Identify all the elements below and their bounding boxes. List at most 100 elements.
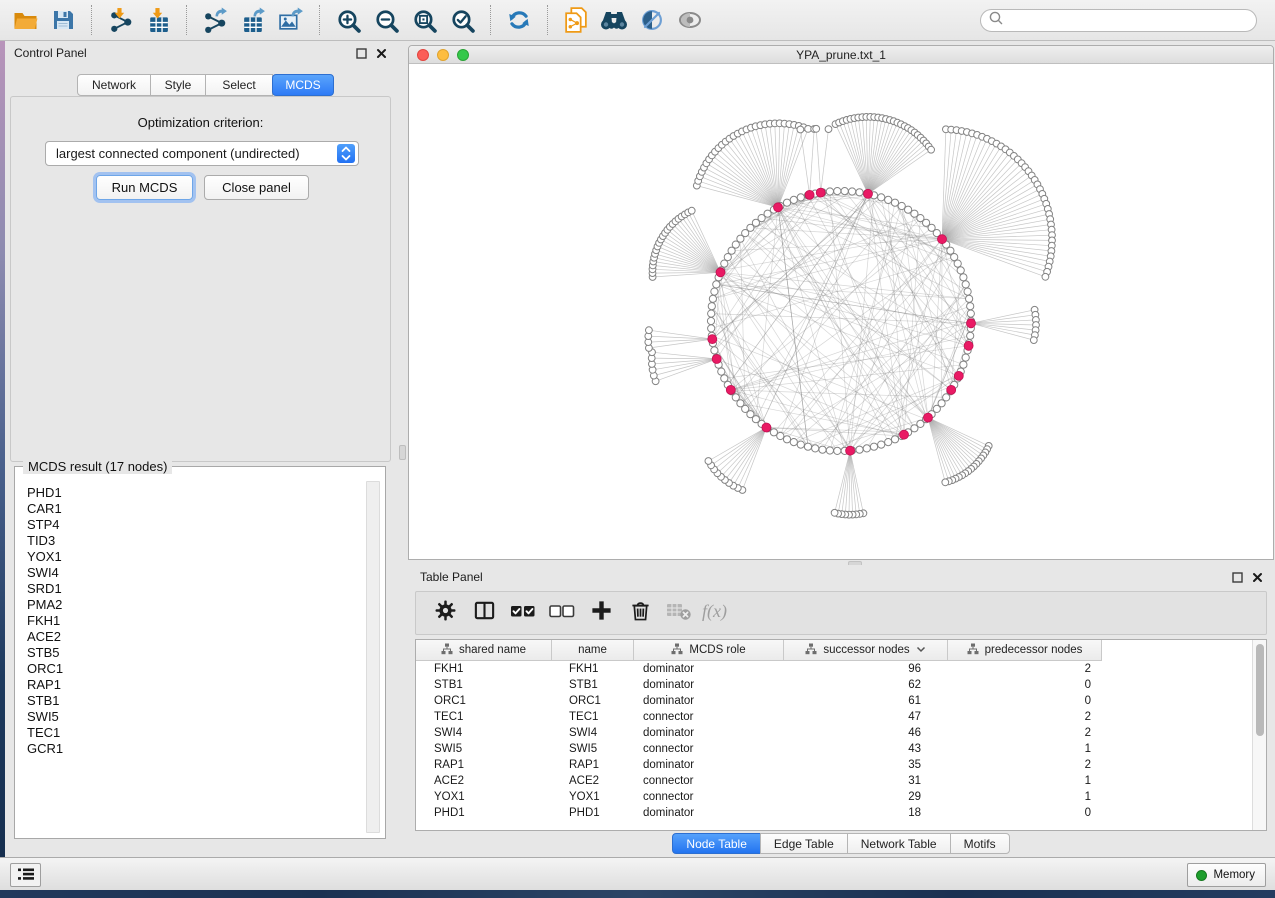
zoom-selected-button[interactable] (446, 4, 478, 36)
cell-name[interactable]: YOX1 (552, 791, 634, 803)
zoom-in-button[interactable] (332, 4, 364, 36)
cell-shared_name[interactable]: ORC1 (416, 695, 552, 707)
table-row[interactable]: PHD1PHD1dominator180 (416, 805, 1251, 821)
column-header-predecessor-nodes[interactable]: predecessor nodes (948, 640, 1102, 661)
cell-successor_nodes[interactable]: 62 (784, 679, 948, 691)
tab-node-table[interactable]: Node Table (672, 833, 761, 854)
mcds-result-scrollbar[interactable] (366, 481, 380, 833)
cell-name[interactable]: RAP1 (552, 759, 634, 771)
tab-mcds[interactable]: MCDS (272, 74, 334, 96)
cell-mcds_role[interactable]: dominator (634, 807, 784, 819)
table-row[interactable]: STB1STB1dominator620 (416, 677, 1251, 693)
vertical-splitter-handle[interactable] (399, 445, 406, 460)
table-row[interactable]: YOX1YOX1connector291 (416, 789, 1251, 805)
save-session-button[interactable] (47, 4, 79, 36)
import-network-button[interactable] (104, 4, 136, 36)
table-scrollbar[interactable] (1252, 640, 1266, 830)
memory-button[interactable]: Memory (1187, 863, 1266, 887)
cell-mcds_role[interactable]: connector (634, 775, 784, 787)
clone-network-button[interactable] (560, 4, 592, 36)
cell-name[interactable]: SWI5 (552, 743, 634, 755)
import-table-button[interactable] (142, 4, 174, 36)
mcds-result-item[interactable]: RAP1 (27, 677, 361, 693)
cell-shared_name[interactable]: STB1 (416, 679, 552, 691)
cell-predecessor_nodes[interactable]: 1 (948, 791, 1102, 803)
cell-shared_name[interactable]: SWI4 (416, 727, 552, 739)
cell-predecessor_nodes[interactable]: 1 (948, 775, 1102, 787)
cell-shared_name[interactable]: ACE2 (416, 775, 552, 787)
optimization-criterion-select[interactable]: largest connected component (undirected) (45, 141, 359, 166)
export-image-button[interactable] (275, 4, 307, 36)
cell-mcds_role[interactable]: connector (634, 791, 784, 803)
cell-mcds_role[interactable]: connector (634, 743, 784, 755)
vertical-splitter[interactable] (397, 41, 408, 857)
cell-successor_nodes[interactable]: 46 (784, 727, 948, 739)
cell-mcds_role[interactable]: dominator (634, 695, 784, 707)
tab-style[interactable]: Style (150, 74, 206, 96)
cell-successor_nodes[interactable]: 47 (784, 711, 948, 723)
cell-successor_nodes[interactable]: 31 (784, 775, 948, 787)
cell-predecessor_nodes[interactable]: 0 (948, 695, 1102, 707)
cell-predecessor_nodes[interactable]: 2 (948, 711, 1102, 723)
mcds-result-item[interactable]: STB5 (27, 645, 361, 661)
cell-name[interactable]: FKH1 (552, 663, 634, 675)
cell-shared_name[interactable]: FKH1 (416, 663, 552, 675)
mcds-result-item[interactable]: YOX1 (27, 549, 361, 565)
cell-successor_nodes[interactable]: 43 (784, 743, 948, 755)
unselect-all-columns-button[interactable] (549, 600, 575, 626)
zoom-fit-button[interactable] (408, 4, 440, 36)
cell-successor_nodes[interactable]: 18 (784, 807, 948, 819)
cell-name[interactable]: ACE2 (552, 775, 634, 787)
cell-successor_nodes[interactable]: 35 (784, 759, 948, 771)
table-row[interactable]: ORC1ORC1dominator610 (416, 693, 1251, 709)
apply-layout-button[interactable] (503, 4, 535, 36)
mcds-result-item[interactable]: PMA2 (27, 597, 361, 613)
cell-predecessor_nodes[interactable]: 2 (948, 727, 1102, 739)
search-input[interactable] (1009, 12, 1256, 30)
cell-successor_nodes[interactable]: 61 (784, 695, 948, 707)
mcds-result-item[interactable]: GCR1 (27, 741, 361, 757)
mcds-result-item[interactable]: ACE2 (27, 629, 361, 645)
table-scrollbar-thumb[interactable] (1256, 644, 1264, 736)
mcds-result-item[interactable]: PHD1 (27, 485, 361, 501)
mcds-result-item[interactable]: SRD1 (27, 581, 361, 597)
show-graphics-details-button[interactable] (674, 4, 706, 36)
run-mcds-button[interactable]: Run MCDS (96, 175, 193, 200)
show-panel-list-button[interactable] (10, 863, 41, 887)
close-panel-icon[interactable] (376, 48, 387, 59)
cell-shared_name[interactable]: RAP1 (416, 759, 552, 771)
tab-select[interactable]: Select (205, 74, 273, 96)
table-row[interactable]: FKH1FKH1dominator962 (416, 661, 1251, 677)
cell-name[interactable]: TEC1 (552, 711, 634, 723)
mcds-result-item[interactable]: FKH1 (27, 613, 361, 629)
float-panel-icon[interactable] (1232, 572, 1243, 583)
cell-predecessor_nodes[interactable]: 1 (948, 743, 1102, 755)
cell-mcds_role[interactable]: dominator (634, 759, 784, 771)
cell-shared_name[interactable]: TEC1 (416, 711, 552, 723)
table-row[interactable]: SWI5SWI5connector431 (416, 741, 1251, 757)
column-header-shared-name[interactable]: shared name (416, 640, 552, 661)
tab-network[interactable]: Network (77, 74, 151, 96)
cell-name[interactable]: SWI4 (552, 727, 634, 739)
cell-name[interactable]: STB1 (552, 679, 634, 691)
cell-mcds_role[interactable]: connector (634, 711, 784, 723)
close-panel-button[interactable]: Close panel (204, 175, 309, 200)
cell-mcds_role[interactable]: dominator (634, 663, 784, 675)
cell-name[interactable]: ORC1 (552, 695, 634, 707)
tab-motifs[interactable]: Motifs (950, 833, 1010, 854)
table-settings-button[interactable] (432, 600, 458, 626)
mcds-result-item[interactable]: SWI5 (27, 709, 361, 725)
show-column-selector-button[interactable] (471, 600, 497, 626)
column-header-MCDS-role[interactable]: MCDS role (634, 640, 784, 661)
zoom-out-button[interactable] (370, 4, 402, 36)
cell-predecessor_nodes[interactable]: 0 (948, 807, 1102, 819)
table-row[interactable]: RAP1RAP1dominator352 (416, 757, 1251, 773)
tab-edge-table[interactable]: Edge Table (760, 833, 848, 854)
table-row[interactable]: TEC1TEC1connector472 (416, 709, 1251, 725)
export-table-button[interactable] (237, 4, 269, 36)
mcds-result-item[interactable]: ORC1 (27, 661, 361, 677)
tab-network-table[interactable]: Network Table (847, 833, 951, 854)
cell-shared_name[interactable]: SWI5 (416, 743, 552, 755)
mcds-result-item[interactable]: SWI4 (27, 565, 361, 581)
mcds-result-item[interactable]: STB1 (27, 693, 361, 709)
